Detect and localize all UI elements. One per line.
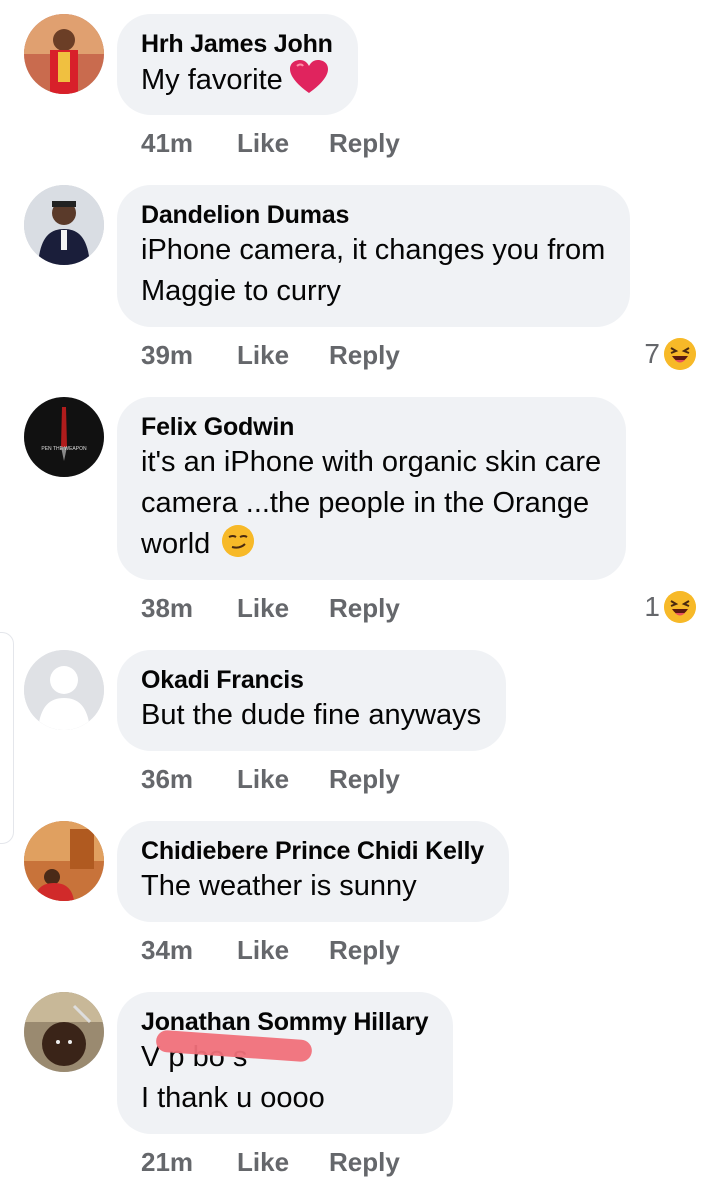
reaction-summary[interactable]: 7 xyxy=(644,338,696,370)
reply-button[interactable]: Reply xyxy=(329,340,400,371)
comment-text-line: I thank u oooo xyxy=(141,1082,325,1114)
left-panel-edge xyxy=(0,632,14,844)
laughing-emoji-icon xyxy=(664,591,696,623)
comment-author[interactable]: Okadi Francis xyxy=(141,665,481,695)
default-profile-icon xyxy=(24,650,104,730)
comment-timestamp: 34m xyxy=(141,935,194,965)
reaction-summary[interactable]: 1 xyxy=(644,591,696,623)
comment-bubble: Okadi Francis But the dude fine anyways xyxy=(117,650,507,751)
comment-text-line: Maggie to curry xyxy=(141,275,341,307)
like-button[interactable]: Like xyxy=(237,340,329,371)
laughing-emoji-icon xyxy=(664,338,696,370)
comment-bubble: Dandelion Dumas iPhone camera, it change… xyxy=(117,185,631,327)
reaction-count: 1 xyxy=(644,591,660,622)
reply-button[interactable]: Reply xyxy=(329,593,400,624)
comment-timestamp: 41m xyxy=(141,128,194,158)
avatar[interactable] xyxy=(24,650,104,730)
reaction-count: 7 xyxy=(644,338,660,369)
comment-text-line: iPhone camera, it changes you from xyxy=(141,234,606,266)
like-button[interactable]: Like xyxy=(237,935,329,966)
comment-bubble: Hrh James John My favorite xyxy=(117,14,358,115)
comment-text-line: it's an iPhone with organic skin care xyxy=(141,446,602,478)
comment-author[interactable]: Hrh James John xyxy=(141,29,333,59)
comment-bubble: Jonathan Sommy Hillary V p bo s I thank … xyxy=(117,992,454,1134)
comment-timestamp: 38m xyxy=(141,593,194,623)
comment-text-line: The weather is sunny xyxy=(141,870,417,902)
avatar[interactable]: PEN THE WEAPON xyxy=(24,397,104,477)
like-button[interactable]: Like xyxy=(237,593,329,624)
reply-button[interactable]: Reply xyxy=(329,764,400,795)
avatar[interactable] xyxy=(24,14,104,94)
heart-emoji-icon xyxy=(289,60,328,93)
avatar[interactable] xyxy=(24,821,104,901)
comment-author[interactable]: Felix Godwin xyxy=(141,412,601,442)
comment-text-line: world xyxy=(141,528,211,560)
comment-bubble: Felix Godwin it's an iPhone with organic… xyxy=(117,397,627,580)
reply-button[interactable]: Reply xyxy=(329,128,400,159)
comment-timestamp: 36m xyxy=(141,764,194,794)
like-button[interactable]: Like xyxy=(237,764,329,795)
comment-timestamp: 21m xyxy=(141,1147,194,1177)
reply-button[interactable]: Reply xyxy=(329,935,400,966)
comment-text-line: But the dude fine anyways xyxy=(141,699,482,731)
comment-author[interactable]: Dandelion Dumas xyxy=(141,200,605,230)
comment-bubble: Chidiebere Prince Chidi Kelly The weathe… xyxy=(117,821,509,922)
comment-text: My favorite xyxy=(141,64,283,96)
avatar[interactable] xyxy=(24,185,104,265)
reply-button[interactable]: Reply xyxy=(329,1147,400,1178)
like-button[interactable]: Like xyxy=(237,128,329,159)
comment-author[interactable]: Chidiebere Prince Chidi Kelly xyxy=(141,836,484,866)
avatar-logo-text: PEN THE WEAPON xyxy=(41,446,87,452)
smirk-emoji-icon xyxy=(222,525,255,557)
avatar[interactable] xyxy=(24,992,104,1072)
comment-text-line: camera ...the people in the Orange xyxy=(141,487,590,519)
like-button[interactable]: Like xyxy=(237,1147,329,1178)
comment-timestamp: 39m xyxy=(141,340,194,370)
